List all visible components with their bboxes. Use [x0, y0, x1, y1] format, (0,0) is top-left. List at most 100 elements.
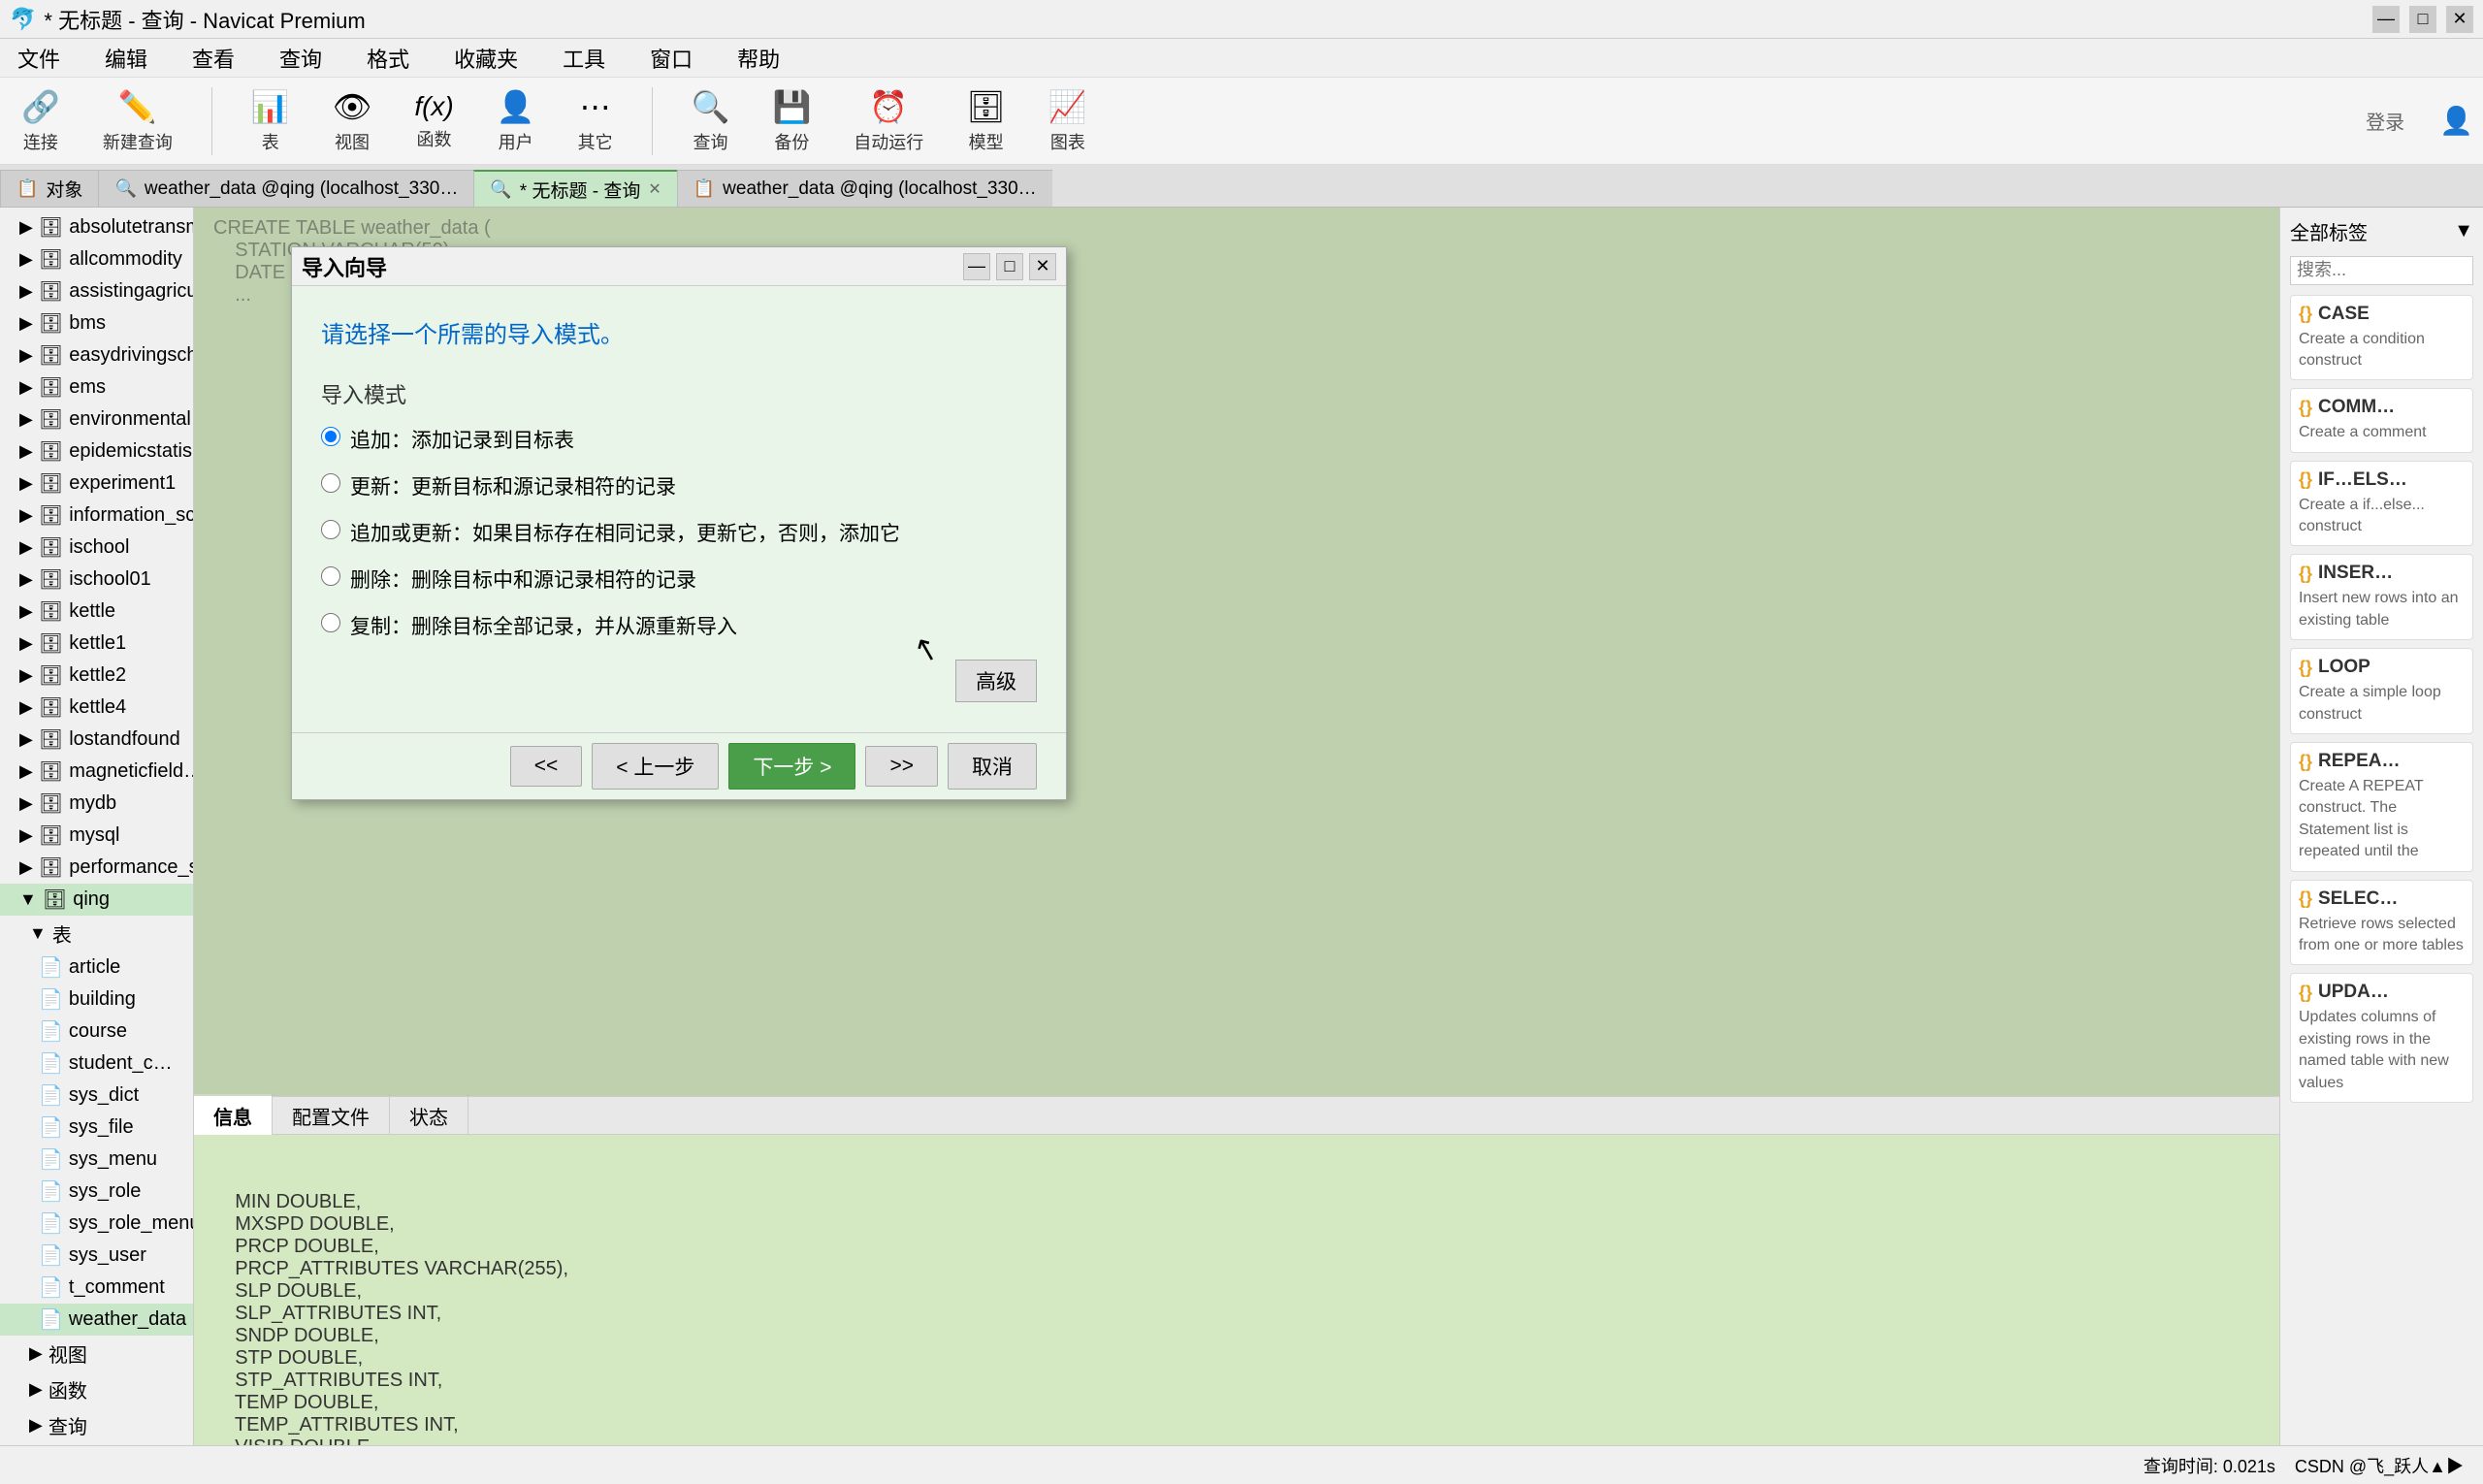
toolbar-chart[interactable]: 📈 图表 [1037, 82, 1099, 160]
toolbar-query[interactable]: 🔍 查询 [680, 82, 742, 160]
snippet-item-0[interactable]: {}CASECreate a condition construct [2290, 295, 2473, 381]
snippet-item-2[interactable]: {}IF…ELS…Create a if...else... construct [2290, 461, 2473, 547]
snippet-item-3[interactable]: {}INSER…Insert new rows into an existing… [2290, 554, 2473, 640]
sidebar-item-magneticfield-[interactable]: ▶🗄 magneticfield… [0, 756, 193, 788]
radio-option-delete[interactable]: 删除：删除目标中和源记录相符的记录 [321, 565, 1037, 594]
login-label[interactable]: 登录 [2366, 107, 2404, 135]
sidebar-item-environmental-[interactable]: ▶🗄 environmental… [0, 403, 193, 436]
snippet-item-7[interactable]: {}UPDA…Updates columns of existing rows … [2290, 973, 2473, 1103]
menu-edit[interactable]: 编辑 [97, 39, 155, 78]
toolbar-other[interactable]: ⋯ 其它 [566, 82, 625, 160]
sidebar-item-weather-data[interactable]: 📄 weather_data [0, 1304, 193, 1336]
sidebar-item-information-sc-[interactable]: ▶🗄 information_sc… [0, 500, 193, 532]
cancel-button[interactable]: 取消 [948, 743, 1037, 790]
sidebar-item---[interactable]: ▶视图 [0, 1336, 193, 1371]
sidebar-item-ems[interactable]: ▶🗄 ems [0, 371, 193, 403]
sidebar-item-kettle2[interactable]: ▶🗄 kettle2 [0, 660, 193, 692]
tab-object[interactable]: 📋 对象 [0, 170, 98, 207]
right-panel-search-input[interactable] [2290, 256, 2473, 285]
radio-option-add[interactable]: 追加：添加记录到目标表 [321, 425, 1037, 454]
sidebar-item--[interactable]: ▼表 [0, 916, 193, 952]
minimize-button[interactable]: — [2372, 6, 2400, 33]
sidebar-item-experiment1[interactable]: ▶🗄 experiment1 [0, 468, 193, 500]
toolbar-autorun[interactable]: ⏰ 自动运行 [842, 82, 935, 160]
toolbar-table[interactable]: 📊 表 [240, 82, 302, 160]
tab-weather-table[interactable]: 📋 weather_data @qing (localhost_330… [677, 170, 1052, 207]
sidebar-item-sys-dict[interactable]: 📄 sys_dict [0, 1080, 193, 1112]
bottom-tab-status[interactable]: 状态 [390, 1094, 468, 1138]
menu-window[interactable]: 窗口 [642, 39, 700, 78]
toolbar-new-query[interactable]: ✏️ 新建查询 [91, 82, 184, 160]
dialog-restore-button[interactable]: □ [996, 253, 1023, 280]
sidebar-item-kettle4[interactable]: ▶🗄 kettle4 [0, 692, 193, 724]
menu-query[interactable]: 查询 [272, 39, 330, 78]
sidebar-item-sys-role[interactable]: 📄 sys_role [0, 1176, 193, 1208]
toolbar-connect[interactable]: 🔗 连接 [10, 82, 72, 160]
sidebar-item-performance-s-[interactable]: ▶🗄 performance_s… [0, 852, 193, 884]
sidebar-item-kettle1[interactable]: ▶🗄 kettle1 [0, 628, 193, 660]
menu-tools[interactable]: 工具 [555, 39, 613, 78]
last-button[interactable]: >> [865, 746, 938, 787]
right-panel-filter-icon[interactable]: ▼ [2454, 220, 2473, 242]
sidebar-item-ischool[interactable]: ▶🗄 ischool [0, 532, 193, 564]
tab-untitled-query[interactable]: 🔍 * 无标题 - 查询 ✕ [473, 170, 676, 207]
sidebar-item---[interactable]: ▶查询 [0, 1407, 193, 1443]
bottom-tab-config[interactable]: 配置文件 [273, 1094, 390, 1138]
sidebar-item-assistingagricu-[interactable]: ▶🗄 assistingagricu… [0, 275, 193, 307]
maximize-button[interactable]: □ [2409, 6, 2436, 33]
sidebar-item-student-c-[interactable]: 📄 student_c… [0, 1048, 193, 1080]
snippet-item-1[interactable]: {}COMM…Create a comment [2290, 388, 2473, 452]
sidebar-item-epidemicstatis-[interactable]: ▶🗄 epidemicstatis… [0, 436, 193, 468]
sidebar-item---[interactable]: ▶备份 [0, 1443, 193, 1445]
sidebar-item-mydb[interactable]: ▶🗄 mydb [0, 788, 193, 820]
close-button[interactable]: ✕ [2446, 6, 2473, 33]
sidebar-item-course[interactable]: 📄 course [0, 1016, 193, 1048]
sidebar-item---[interactable]: ▶函数 [0, 1371, 193, 1407]
tab-weather-query[interactable]: 🔍 weather_data @qing (localhost_330… [98, 170, 473, 207]
sidebar-item-lostandfound[interactable]: ▶🗄 lostandfound [0, 724, 193, 756]
radio-update[interactable] [321, 473, 340, 493]
snippet-item-6[interactable]: {}SELEC…Retrieve rows selected from one … [2290, 880, 2473, 966]
sidebar-item-sys-role-menu[interactable]: 📄 sys_role_menu [0, 1208, 193, 1240]
prev-button[interactable]: < 上一步 [592, 743, 719, 790]
sidebar-item-t-comment[interactable]: 📄 t_comment [0, 1272, 193, 1304]
snippet-item-5[interactable]: {}REPEA…Create A REPEAT construct. The S… [2290, 742, 2473, 872]
next-button[interactable]: 下一步 > [728, 743, 855, 790]
radio-copy[interactable] [321, 613, 340, 632]
toolbar-view[interactable]: 👁 视图 [321, 82, 384, 160]
snippet-item-4[interactable]: {}LOOPCreate a simple loop construct [2290, 648, 2473, 734]
menu-view[interactable]: 查看 [184, 39, 242, 78]
advanced-button[interactable]: 高级 [955, 660, 1037, 702]
sidebar-item-allcommodity[interactable]: ▶🗄 allcommodity [0, 243, 193, 275]
sidebar-item-kettle[interactable]: ▶🗄 kettle [0, 596, 193, 628]
sidebar-item-qing[interactable]: ▼🗄 qing [0, 884, 193, 916]
dialog-minimize-button[interactable]: — [963, 253, 990, 280]
radio-option-update[interactable]: 更新：更新目标和源记录相符的记录 [321, 471, 1037, 500]
sidebar-item-article[interactable]: 📄 article [0, 952, 193, 984]
toolbar-function[interactable]: f(x) 函数 [403, 85, 465, 157]
sidebar-item-sys-file[interactable]: 📄 sys_file [0, 1112, 193, 1144]
radio-option-add-update[interactable]: 追加或更新：如果目标存在相同记录，更新它，否则，添加它 [321, 518, 1037, 547]
menu-file[interactable]: 文件 [10, 39, 68, 78]
sidebar-item-easydrivingsch-[interactable]: ▶🗄 easydrivingsch… [0, 339, 193, 371]
sidebar-item-sys-menu[interactable]: 📄 sys_menu [0, 1144, 193, 1176]
bottom-tab-info[interactable]: 信息 [194, 1094, 273, 1138]
toolbar-user[interactable]: 👤 用户 [485, 82, 547, 160]
sidebar-item-ischool01[interactable]: ▶🗄 ischool01 [0, 564, 193, 596]
toolbar-backup[interactable]: 💾 备份 [760, 82, 822, 160]
radio-delete[interactable] [321, 566, 340, 586]
sidebar-item-building[interactable]: 📄 building [0, 984, 193, 1016]
radio-add[interactable] [321, 427, 340, 446]
radio-add-update[interactable] [321, 520, 340, 539]
sidebar-item-absolutetransmission[interactable]: ▶🗄 absolutetransmission [0, 211, 193, 243]
sidebar-item-mysql[interactable]: ▶🗄 mysql [0, 820, 193, 852]
sidebar-item-sys-user[interactable]: 📄 sys_user [0, 1240, 193, 1272]
sidebar-item-bms[interactable]: ▶🗄 bms [0, 307, 193, 339]
menu-favorites[interactable]: 收藏夹 [446, 39, 526, 78]
toolbar-model[interactable]: 🗄 模型 [954, 82, 1017, 160]
untitled-query-tab-close[interactable]: ✕ [648, 179, 661, 199]
menu-help[interactable]: 帮助 [729, 39, 788, 78]
dialog-close-button[interactable]: ✕ [1029, 253, 1056, 280]
menu-format[interactable]: 格式 [359, 39, 417, 78]
first-button[interactable]: << [510, 746, 583, 787]
